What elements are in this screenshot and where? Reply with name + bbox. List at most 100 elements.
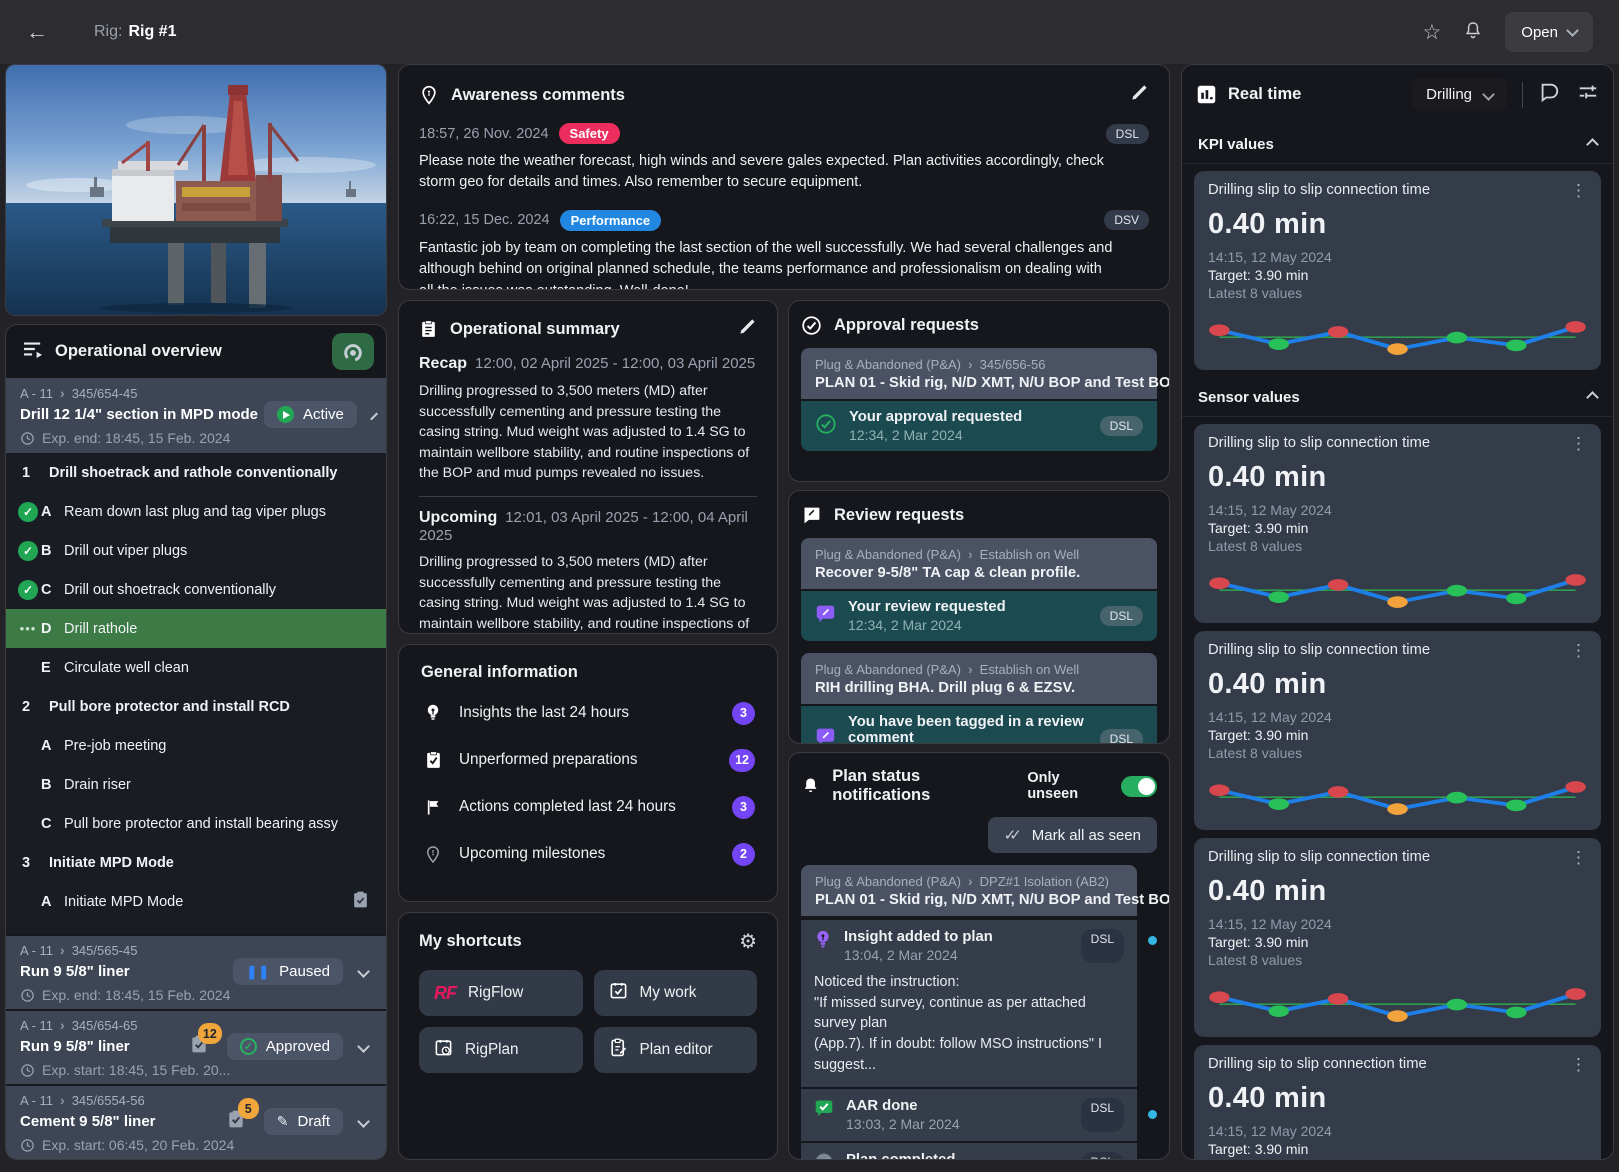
task-sub[interactable]: BDrain riser <box>6 765 386 804</box>
general-info-row-insights[interactable]: Insights the last 24 hours 3 <box>421 692 755 734</box>
clock-icon <box>20 1138 35 1153</box>
sensor-card: Drilling slip to slip connection time ⋮ … <box>1194 631 1601 830</box>
preparations-badge[interactable]: 5 <box>226 1109 246 1134</box>
notification-aar-done[interactable]: AAR done 13:03, 2 Mar 2024 DSL <box>801 1089 1157 1141</box>
draft-status-pill[interactable]: ✎Draft <box>264 1108 343 1135</box>
notification-card-header[interactable]: Plug & Abandoned (P&A)›DPZ#1 Isolation (… <box>801 865 1137 916</box>
plan-crumb-child: 345/654-45 <box>72 386 138 401</box>
target-icon <box>342 341 364 363</box>
realtime-title: Real time <box>1228 85 1401 104</box>
review-card[interactable]: Plug & Abandoned (P&A)›Establish on Well… <box>801 538 1157 641</box>
upcoming-label: Upcoming <box>419 509 497 526</box>
expand-chevron-icon[interactable] <box>357 1040 370 1053</box>
overview-app-button[interactable] <box>332 333 374 370</box>
general-info-row-actions[interactable]: Actions completed last 24 hours 3 <box>421 786 755 828</box>
task-step[interactable]: 3Initiate MPD Mode <box>6 843 386 882</box>
general-info-row-milestones[interactable]: Upcoming milestones 2 <box>421 833 755 875</box>
preparations-badge[interactable]: 12 <box>189 1034 209 1059</box>
plan-card-approved[interactable]: A - 11›345/654-65 Run 9 5/8" liner 12 ✓A… <box>6 1011 386 1084</box>
count-badge: 3 <box>732 702 755 725</box>
completed-check-icon <box>814 1152 834 1160</box>
overview-title: Operational overview <box>55 342 321 361</box>
role-badge: DSL <box>1106 124 1149 144</box>
review-action: You have been tagged in a review comment <box>848 714 1088 744</box>
back-arrow-icon[interactable]: ← <box>26 19 48 45</box>
approved-status-pill[interactable]: ✓Approved <box>227 1033 343 1060</box>
notification-plan-completed[interactable]: Plan completed 13:02, 2 Mar 2024 DSL <box>801 1143 1157 1160</box>
approval-card[interactable]: Plug & Abandoned (P&A)›345/656-56 PLAN 0… <box>801 348 1157 451</box>
kebab-menu-icon[interactable]: ⋮ <box>1570 849 1587 866</box>
review-pen-icon <box>815 726 836 744</box>
task-sub[interactable]: AInitiate MPD Mode <box>6 882 386 921</box>
review-action-row[interactable]: Your review requested 12:34, 2 Mar 2024 … <box>801 591 1157 641</box>
task-step[interactable]: 1Drill shoetrack and rathole conventiona… <box>6 453 386 492</box>
kebab-menu-icon[interactable]: ⋮ <box>1570 435 1587 452</box>
kebab-menu-icon[interactable]: ⋮ <box>1570 1056 1587 1073</box>
task-sub[interactable]: CPull bore protector and install bearing… <box>6 804 386 843</box>
only-unseen-label: Only unseen <box>1027 770 1110 802</box>
clipboard-check-icon[interactable] <box>351 890 370 913</box>
edit-pencil-icon[interactable] <box>738 317 757 341</box>
unseen-dot <box>1148 1110 1157 1119</box>
only-unseen-toggle[interactable] <box>1121 776 1157 797</box>
real-time-panel: Real time Drilling KPI values Drilling s… <box>1181 64 1614 1160</box>
list-menu-icon <box>22 340 44 363</box>
gear-icon[interactable]: ⚙ <box>739 929 757 954</box>
shortcut-rigplan[interactable]: RigPlan <box>419 1027 583 1073</box>
sensor-sparkline-chart <box>1208 558 1587 614</box>
star-icon[interactable]: ☆ <box>1422 22 1441 43</box>
role-badge: DSL <box>1100 606 1143 626</box>
approval-check-icon <box>815 413 837 440</box>
active-status-pill[interactable]: Active <box>264 401 357 428</box>
task-step[interactable]: 2Pull bore protector and install RCD <box>6 687 386 726</box>
sensor-card: Drilling slip to slip connection time ⋮ … <box>1194 424 1601 623</box>
insight-body: Noticed the instruction: "If missed surv… <box>801 972 1137 1087</box>
edit-pencil-icon[interactable] <box>1130 83 1149 107</box>
plan-card-paused[interactable]: A - 11›345/565-45 Run 9 5/8" liner ❚❚Pau… <box>6 936 386 1009</box>
shortcut-my-work[interactable]: My work <box>594 970 758 1016</box>
general-info-title: General information <box>421 663 755 682</box>
task-step[interactable]: 4Drill 3 new formation <box>6 921 386 934</box>
collapse-chevron-icon[interactable] <box>370 413 378 421</box>
task-sub-done[interactable]: ✓AReam down last plug and tag viper plug… <box>6 492 386 531</box>
open-button[interactable]: Open <box>1505 12 1593 52</box>
plan-card-draft[interactable]: A - 11›345/6554-56 Cement 9 5/8" liner 5… <box>6 1086 386 1159</box>
active-status-label: Active <box>303 406 344 423</box>
my-shortcuts-panel: My shortcuts ⚙ RF RigFlow My work <box>398 912 778 1160</box>
task-sub-active[interactable]: •••DDrill rathole <box>6 609 386 648</box>
active-plan-header[interactable]: A - 11 › 345/654-45 Drill 12 1/4" sectio… <box>6 378 386 453</box>
review-action-row[interactable]: You have been tagged in a review comment… <box>801 706 1157 744</box>
expand-chevron-icon[interactable] <box>357 1115 370 1128</box>
task-sub[interactable]: ECirculate well clean <box>6 648 386 687</box>
clock-icon <box>20 988 35 1003</box>
comment-body: Please note the weather forecast, high w… <box>419 151 1119 194</box>
task-sub-done[interactable]: ✓BDrill out viper plugs <box>6 531 386 570</box>
rig-label: Rig: <box>94 23 122 41</box>
bell-icon[interactable] <box>1463 20 1483 45</box>
sliders-icon[interactable] <box>1577 81 1599 108</box>
approval-action: Your approval requested <box>849 409 1022 425</box>
kebab-menu-icon[interactable]: ⋮ <box>1570 182 1587 199</box>
rig-photo <box>5 64 387 316</box>
review-card[interactable]: Plug & Abandoned (P&A)›Establish on Well… <box>801 653 1157 744</box>
clipboard-icon <box>419 319 438 339</box>
play-icon <box>277 406 294 423</box>
category-dropdown[interactable]: Drilling <box>1412 78 1507 111</box>
shortcut-rigflow[interactable]: RF RigFlow <box>419 970 583 1016</box>
shortcut-plan-editor[interactable]: Plan editor <box>594 1027 758 1073</box>
approval-action-row[interactable]: Your approval requested 12:34, 2 Mar 202… <box>801 401 1157 451</box>
task-sub[interactable]: APre-job meeting <box>6 726 386 765</box>
sensor-values-section-header[interactable]: Sensor values <box>1182 377 1613 417</box>
paused-status-pill[interactable]: ❚❚Paused <box>233 958 343 985</box>
mark-all-as-seen-button[interactable]: ✓✓ Mark all as seen <box>988 817 1157 853</box>
expand-chevron-icon[interactable] <box>357 965 370 978</box>
general-info-row-preparations[interactable]: Unperformed preparations 12 <box>421 739 755 781</box>
comment-tag: Performance <box>560 210 661 231</box>
kebab-menu-icon[interactable]: ⋮ <box>1570 642 1587 659</box>
kpi-values-section-header[interactable]: KPI values <box>1182 124 1613 164</box>
role-badge: DSL <box>1100 416 1143 436</box>
notification-insight[interactable]: Insight added to plan 13:04, 2 Mar 2024 … <box>801 918 1157 1087</box>
check-circle-icon: ✓ <box>18 541 38 561</box>
task-sub-done[interactable]: ✓CDrill out shoetrack conventionally <box>6 570 386 609</box>
comment-bubble-icon[interactable] <box>1538 81 1560 108</box>
